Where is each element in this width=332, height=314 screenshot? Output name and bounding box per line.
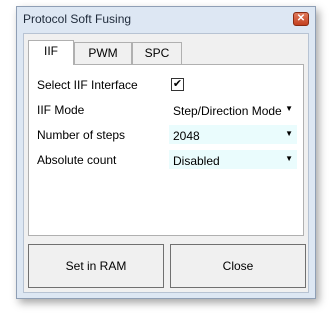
chevron-down-icon[interactable]: ▼ — [285, 129, 293, 138]
title-bar[interactable]: Protocol Soft Fusing ✕ — [17, 7, 315, 31]
absolute-count-row: Absolute count Disabled ▼ — [37, 150, 301, 170]
dialog-container: Protocol Soft Fusing ✕ IIF PWM SPC Selec… — [16, 6, 324, 306]
iif-mode-row: IIF Mode Step/Direction Mode ▼ — [37, 100, 301, 120]
set-in-ram-button[interactable]: Set in RAM — [28, 244, 164, 288]
tab-pwm[interactable]: PWM — [74, 42, 132, 64]
chevron-down-icon[interactable]: ▼ — [285, 104, 293, 113]
close-button[interactable]: Close — [170, 244, 306, 288]
select-iif-interface-row: Select IIF Interface ✔ — [37, 75, 301, 95]
dialog-client-area: IIF PWM SPC Select IIF Interface ✔ IIF M… — [23, 33, 309, 293]
window-close-button[interactable]: ✕ — [293, 12, 309, 26]
iif-mode-label: IIF Mode — [37, 103, 85, 117]
iif-tab-panel: Select IIF Interface ✔ IIF Mode Step/Dir… — [28, 64, 304, 236]
select-iif-interface-checkbox[interactable]: ✔ — [171, 78, 184, 91]
absolute-count-label: Absolute count — [37, 153, 117, 167]
tab-iif[interactable]: IIF — [28, 40, 74, 65]
chevron-down-icon[interactable]: ▼ — [285, 154, 293, 163]
select-iif-interface-label: Select IIF Interface — [37, 78, 138, 92]
protocol-soft-fusing-dialog: Protocol Soft Fusing ✕ IIF PWM SPC Selec… — [16, 6, 316, 299]
number-of-steps-value: 2048 — [173, 129, 200, 143]
iif-mode-dropdown[interactable]: Step/Direction Mode ▼ — [169, 100, 297, 119]
iif-mode-value: Step/Direction Mode — [173, 104, 282, 118]
number-of-steps-dropdown[interactable]: 2048 ▼ — [169, 125, 297, 144]
tab-spc[interactable]: SPC — [132, 42, 182, 64]
close-icon: ✕ — [296, 13, 306, 24]
window-title: Protocol Soft Fusing — [23, 12, 132, 26]
number-of-steps-row: Number of steps 2048 ▼ — [37, 125, 301, 145]
absolute-count-value: Disabled — [173, 154, 220, 168]
absolute-count-dropdown[interactable]: Disabled ▼ — [169, 150, 297, 169]
number-of-steps-label: Number of steps — [37, 128, 126, 142]
tab-strip: IIF PWM SPC — [28, 40, 304, 65]
checkmark-icon: ✔ — [172, 78, 183, 90]
